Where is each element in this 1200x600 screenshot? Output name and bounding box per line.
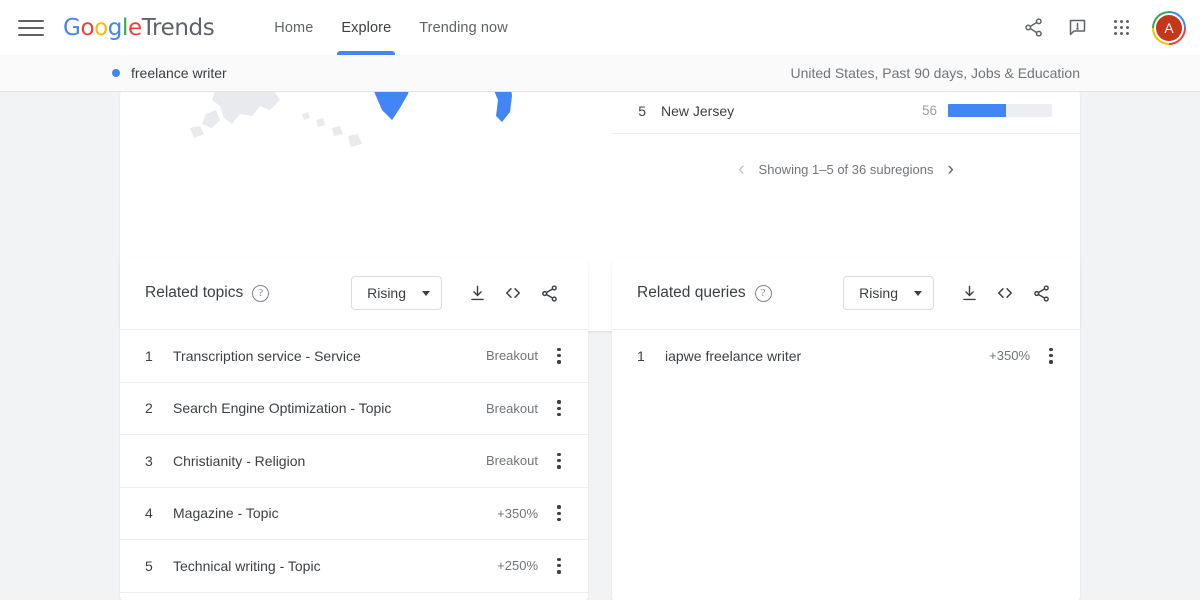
region-value-bar [948, 104, 1052, 117]
help-icon[interactable]: ? [252, 285, 269, 302]
subregion-pagination: ‹ Showing 1–5 of 36 subregions › [612, 160, 1080, 179]
topic-value: +250% [497, 558, 538, 573]
topic-rank: 4 [145, 505, 158, 521]
region-value-bar-fill [948, 104, 1006, 117]
search-term-chip[interactable]: freelance writer [112, 65, 227, 81]
more-options-icon[interactable] [544, 400, 574, 416]
topic-rank: 3 [145, 453, 158, 469]
query-name: iapwe freelance writer [665, 348, 801, 364]
chevron-down-icon [422, 291, 430, 296]
apps-grid-icon[interactable] [1101, 8, 1141, 48]
more-options-icon[interactable] [544, 348, 574, 364]
topic-value: +350% [497, 506, 538, 521]
topic-rank: 1 [145, 348, 158, 364]
more-options-icon[interactable] [544, 558, 574, 574]
table-row-partial [120, 592, 588, 593]
download-icon[interactable] [460, 276, 494, 310]
share-icon[interactable] [532, 276, 566, 310]
query-filter-bar: freelance writer United States, Past 90 … [0, 55, 1200, 92]
subregion-list: 5 New Jersey 56 ‹ Showing 1–5 of 36 subr… [612, 88, 1080, 179]
scroll-content: 5 New Jersey 56 ‹ Showing 1–5 of 36 subr… [0, 92, 1200, 600]
embed-icon[interactable] [988, 276, 1022, 310]
pagination-label: Showing 1–5 of 36 subregions [759, 162, 934, 177]
region-name: New Jersey [661, 103, 734, 119]
topic-value: Breakout [486, 401, 538, 416]
table-row[interactable]: 3 Christianity - Religion Breakout [120, 434, 588, 487]
query-value: +350% [989, 348, 1030, 363]
chevron-down-icon [914, 291, 922, 296]
more-options-icon[interactable] [1036, 348, 1066, 364]
logo-word-trends: Trends [142, 15, 215, 41]
related-queries-card: Related queries ? Rising [612, 257, 1080, 600]
more-options-icon[interactable] [544, 505, 574, 521]
chevron-right-icon[interactable]: › [947, 160, 953, 179]
queries-sort-select[interactable]: Rising [843, 276, 934, 310]
topic-name: Magazine - Topic [173, 505, 279, 521]
embed-icon[interactable] [496, 276, 530, 310]
logo-letter-e: e [128, 15, 142, 41]
topic-name: Technical writing - Topic [173, 558, 321, 574]
logo-letter-g2: g [108, 15, 122, 41]
topic-name: Christianity - Religion [173, 453, 305, 469]
table-row[interactable]: 2 Search Engine Optimization - Topic Bre… [120, 382, 588, 435]
region-rank: 5 [620, 103, 646, 119]
table-row[interactable]: 5 New Jersey 56 [612, 88, 1080, 134]
top-navigation-bar: GoogleTrends Home Explore Trending now [0, 0, 1200, 55]
table-row[interactable]: 5 Technical writing - Topic +250% [120, 539, 588, 592]
nav-tab-home[interactable]: Home [260, 0, 327, 55]
topic-value: Breakout [486, 348, 538, 363]
topic-name: Search Engine Optimization - Topic [173, 400, 391, 416]
query-rank: 1 [637, 348, 650, 364]
apps-grid-dots [1114, 20, 1129, 35]
related-topics-controls: Rising [351, 276, 566, 310]
chevron-left-icon[interactable]: ‹ [738, 160, 744, 179]
related-topics-card: Related topics ? Rising [120, 257, 588, 600]
primary-nav-tabs: Home Explore Trending now [260, 0, 522, 55]
region-value: 56 [922, 103, 937, 118]
topics-sort-value: Rising [367, 285, 406, 301]
more-options-icon[interactable] [544, 453, 574, 469]
header-actions: A [1013, 8, 1200, 48]
topics-sort-select[interactable]: Rising [351, 276, 442, 310]
map-graphic [120, 88, 590, 148]
google-trends-explore-page: GoogleTrends Home Explore Trending now [0, 0, 1200, 600]
page-title: Related topics [145, 284, 243, 302]
table-row[interactable]: 1 iapwe freelance writer +350% [612, 329, 1080, 382]
page-title: Related queries [637, 284, 746, 302]
avatar[interactable]: A [1152, 11, 1186, 45]
nav-tab-explore[interactable]: Explore [327, 0, 405, 55]
choropleth-map[interactable] [120, 88, 612, 148]
active-filters-label: United States, Past 90 days, Jobs & Educ… [790, 65, 1080, 81]
related-topics-header: Related topics ? Rising [120, 257, 588, 329]
search-term-label: freelance writer [131, 65, 227, 81]
topic-rank: 2 [145, 400, 158, 416]
related-queries-controls: Rising [843, 276, 1058, 310]
topic-rank: 5 [145, 558, 158, 574]
series-color-dot [112, 69, 120, 77]
help-icon[interactable]: ? [755, 285, 772, 302]
logo-letter-g: G [63, 15, 80, 41]
share-icon[interactable] [1013, 8, 1053, 48]
topic-name: Transcription service - Service [173, 348, 361, 364]
table-row[interactable]: 1 Transcription service - Service Breako… [120, 329, 588, 382]
nav-tab-trending-now[interactable]: Trending now [405, 0, 522, 55]
avatar-initial: A [1156, 15, 1182, 41]
feedback-icon[interactable] [1057, 8, 1097, 48]
download-icon[interactable] [952, 276, 986, 310]
topic-value: Breakout [486, 453, 538, 468]
table-row[interactable]: 4 Magazine - Topic +350% [120, 487, 588, 540]
queries-sort-value: Rising [859, 285, 898, 301]
hamburger-menu-icon[interactable] [18, 15, 44, 41]
logo-letter-o1: o [80, 15, 94, 41]
share-icon[interactable] [1024, 276, 1058, 310]
google-trends-logo[interactable]: GoogleTrends [63, 15, 214, 41]
related-queries-header: Related queries ? Rising [612, 257, 1080, 329]
logo-letter-o2: o [94, 15, 108, 41]
